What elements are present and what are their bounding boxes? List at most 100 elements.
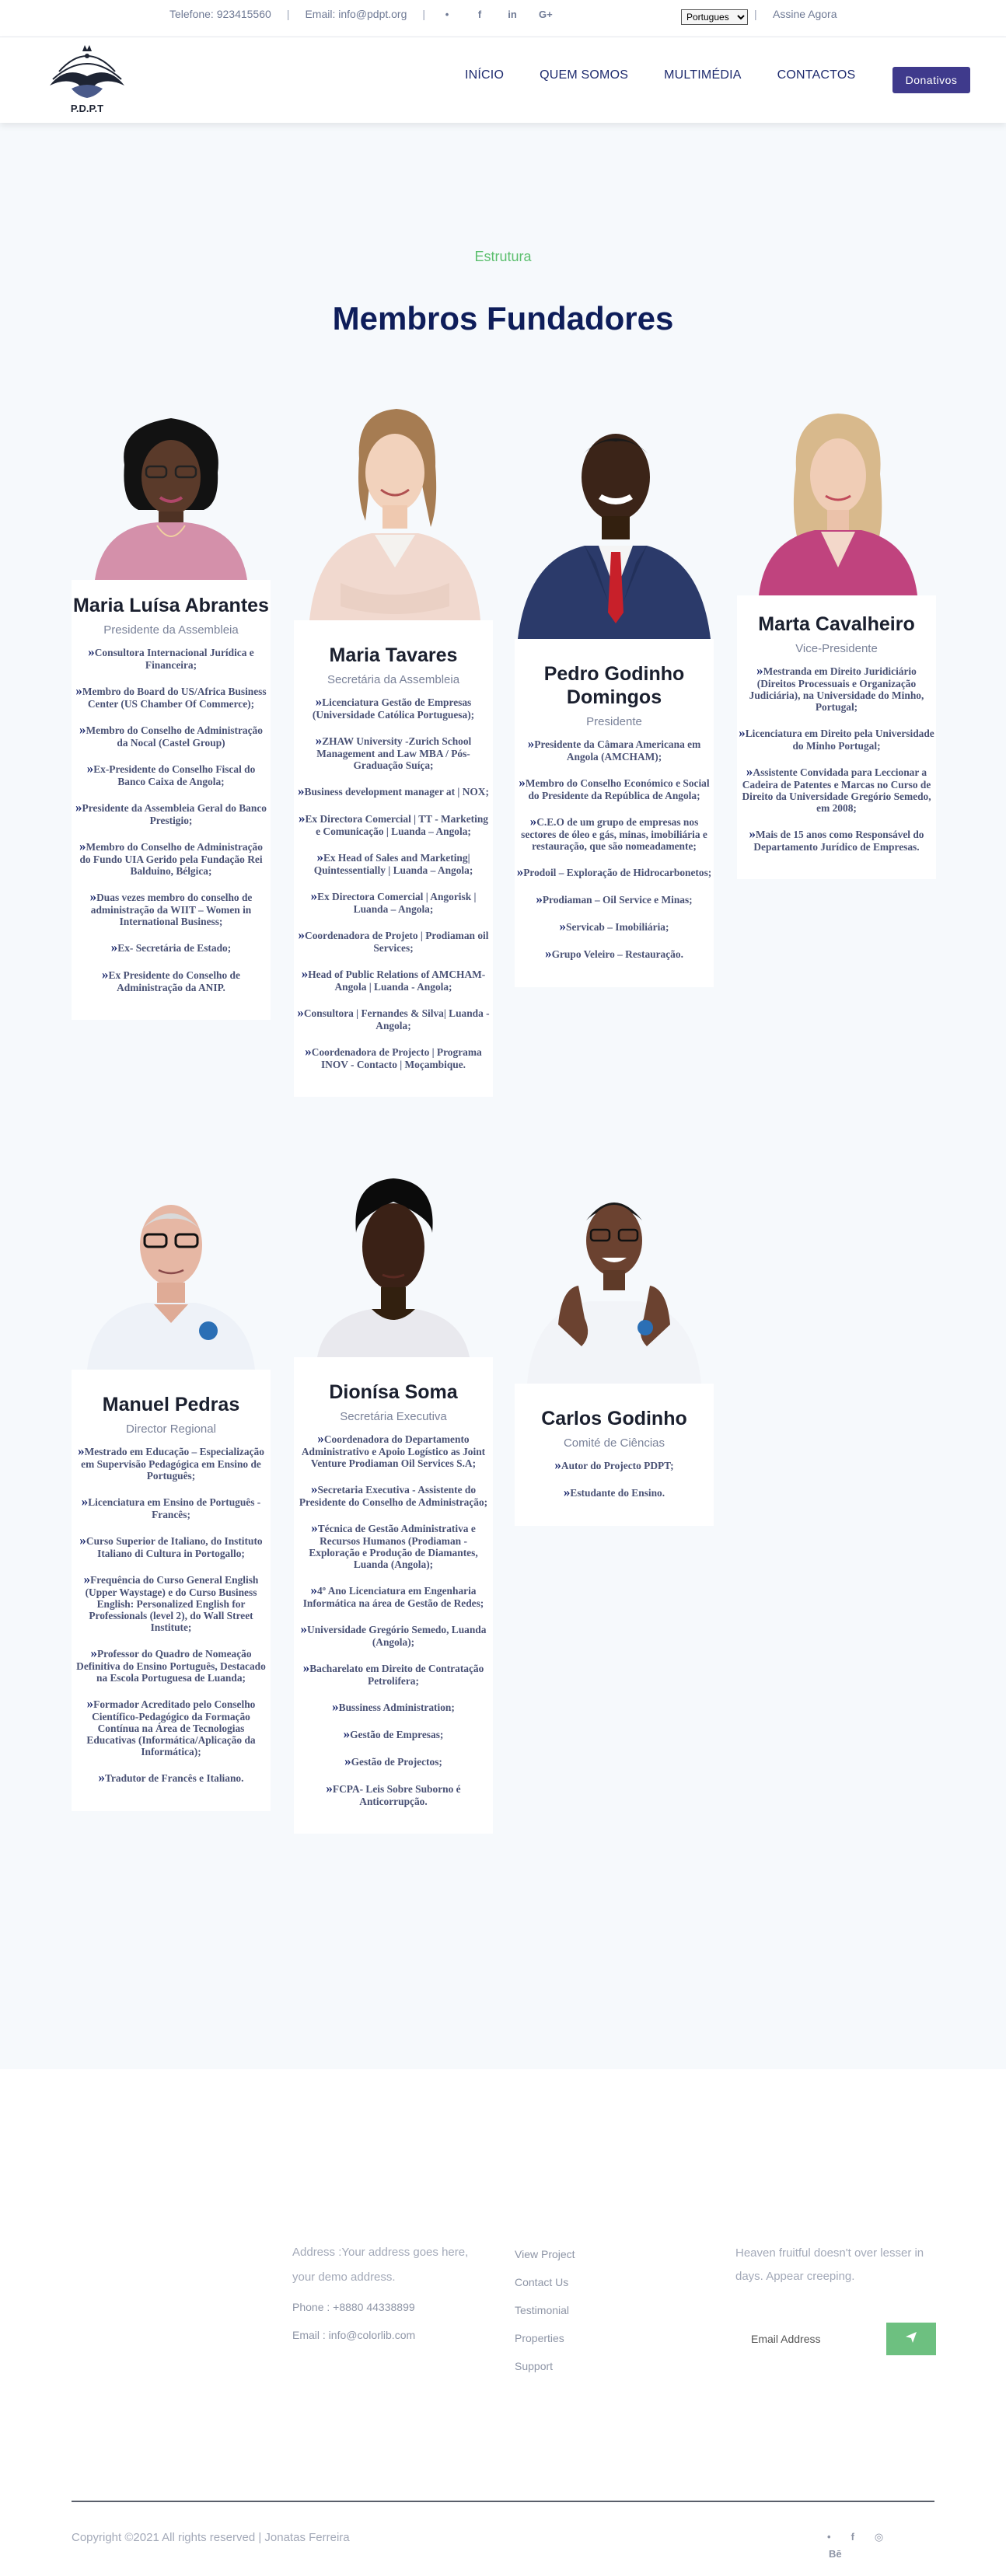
- member-photo: [294, 396, 493, 620]
- member-photo: [72, 410, 271, 580]
- credential-item: Consultora Internacional Jurídica e Fina…: [73, 644, 269, 671]
- donate-button[interactable]: Donativos: [892, 67, 970, 93]
- credential-item: Prodoil – Exploração de Hidrocarbonetos;: [516, 864, 712, 879]
- credential-item: Licenciatura em Ensino de Português - Fr…: [73, 1494, 269, 1520]
- member-name: Maria Tavares: [329, 644, 458, 666]
- credential-item: Grupo Veleiro – Restauração.: [516, 946, 712, 961]
- credential-item: Ex- Secretária de Estado;: [73, 940, 269, 955]
- phone-text: Telefone: 923415560: [169, 8, 271, 20]
- credential-item: Bacharelato em Direito de Contratação Pe…: [295, 1660, 491, 1687]
- credential-item: Estudante do Ensino.: [516, 1485, 712, 1499]
- credential-item: Consultora | Fernandes & Silva| Luanda -…: [295, 1005, 491, 1031]
- footer-link-properties[interactable]: Properties: [515, 2324, 575, 2352]
- subscribe-link[interactable]: Assine Agora: [773, 8, 837, 20]
- member-photo: [72, 1178, 271, 1370]
- credential-item: Presidente da Câmara Americana em Angola…: [516, 736, 712, 763]
- contact-info: Telefone: 923415560 | Email: info@pdpt.o…: [169, 8, 553, 20]
- site-footer: Address :Your address goes here, your de…: [0, 2069, 1006, 2576]
- main-nav: INÍCIO QUEM SOMOS MULTIMÉDIA CONTACTOS: [465, 68, 891, 82]
- nav-contactos[interactable]: CONTACTOS: [777, 68, 856, 82]
- credential-item: Membro do Conselho de Administração do F…: [73, 839, 269, 877]
- member-details: Pedro Godinho Domingos Presidente Presid…: [515, 639, 714, 988]
- nav-inicio[interactable]: INÍCIO: [465, 68, 504, 82]
- credential-item: Ex Directora Comercial | TT - Marketing …: [295, 811, 491, 837]
- member-details: Maria Luísa Abrantes Presidente da Assem…: [72, 580, 271, 1021]
- nav-multimedia[interactable]: MULTIMÉDIA: [664, 68, 741, 82]
- logo-text: P.D.P.T: [71, 103, 103, 114]
- credential-item: Coordenadora do Departamento Administrat…: [295, 1431, 491, 1469]
- behance-icon[interactable]: Bē: [829, 2548, 842, 2560]
- footer-address: Address :Your address goes here, your de…: [292, 2240, 479, 2290]
- member-photo: [294, 1171, 493, 1357]
- credential-item: Business development manager at | NOX;: [295, 784, 491, 798]
- member-card: Maria Tavares Secretária da Assembleia L…: [294, 396, 493, 1098]
- credential-item: Head of Public Relations of AMCHAM- Ango…: [295, 966, 491, 993]
- member-name: Marta Cavalheiro: [758, 613, 915, 635]
- member-card: Maria Luísa Abrantes Presidente da Assem…: [72, 410, 271, 1021]
- dribbble-icon[interactable]: ◎: [875, 2531, 883, 2543]
- member-card: Pedro Godinho Domingos Presidente Presid…: [515, 407, 714, 988]
- credential-item: Tradutor de Francês e Italiano.: [73, 1770, 269, 1785]
- credential-item: Técnica de Gestão Administrativa e Recur…: [295, 1520, 491, 1570]
- footer-link-contact-us[interactable]: Contact Us: [515, 2268, 575, 2296]
- footer-phone: Phone : +8880 44338899: [292, 2301, 415, 2313]
- twitter-icon[interactable]: •: [827, 2531, 831, 2543]
- footer-divider: [72, 2501, 934, 2502]
- credential-item: Ex-Presidente do Conselho Fiscal do Banc…: [73, 761, 269, 787]
- language-select[interactable]: Portugues: [681, 9, 748, 25]
- member-name: Pedro Godinho Domingos: [543, 663, 685, 708]
- member-credentials: Consultora Internacional Jurídica e Fina…: [73, 644, 269, 993]
- footer-link-support[interactable]: Support: [515, 2352, 575, 2380]
- site-logo[interactable]: P.D.P.T: [42, 42, 132, 118]
- member-credentials: Coordenadora do Departamento Administrat…: [295, 1431, 491, 1807]
- member-details: Manuel Pedras Director Regional Mestrado…: [72, 1370, 271, 1812]
- footer-links: View Project Contact Us Testimonial Prop…: [515, 2240, 575, 2380]
- member-role: Secretária da Assembleia: [327, 673, 460, 686]
- footer-email: Email : info@colorlib.com: [292, 2329, 416, 2341]
- nav-quem-somos[interactable]: QUEM SOMOS: [540, 68, 628, 82]
- member-card: Dionísa Soma Secretária Executiva Coorde…: [294, 1171, 493, 1834]
- twitter-icon[interactable]: •: [441, 9, 453, 20]
- member-credentials: Autor do Projecto PDPT; Estudante do Ens…: [516, 1457, 712, 1499]
- google-plus-icon[interactable]: G+: [539, 9, 553, 20]
- credential-item: Assistente Convidada para Leccionar a Ca…: [739, 764, 934, 814]
- linkedin-icon[interactable]: in: [506, 9, 519, 20]
- credential-item: Duas vezes membro do conselho de adminis…: [73, 889, 269, 927]
- credential-item: Licenciatura em Direito pela Universidad…: [739, 725, 934, 752]
- credential-item: Presidente da Assembleia Geral do Banco …: [73, 800, 269, 826]
- credential-item: Membro do Conselho Económico e Social do…: [516, 775, 712, 801]
- member-card: Carlos Godinho Comité de Ciências Autor …: [515, 1172, 714, 1527]
- member-role: Director Regional: [126, 1422, 216, 1436]
- member-role: Comité de Ciências: [563, 1436, 665, 1450]
- member-credentials: Mestrado em Educação – Especialização em…: [73, 1443, 269, 1785]
- member-details: Maria Tavares Secretária da Assembleia L…: [294, 620, 493, 1098]
- credential-item: C.E.O de um grupo de empresas nos sector…: [516, 814, 712, 852]
- credential-item: 4º Ano Licenciatura em Engenharia Inform…: [295, 1583, 491, 1609]
- member-card: Marta Cavalheiro Vice-Presidente Mestran…: [737, 404, 936, 880]
- footer-link-testimonial[interactable]: Testimonial: [515, 2296, 575, 2324]
- footer-link-view-project[interactable]: View Project: [515, 2240, 575, 2268]
- credential-item: Professor do Quadro de Nomeação Definiti…: [73, 1646, 269, 1684]
- credential-item: Universidade Gregório Semedo, Luanda (An…: [295, 1621, 491, 1648]
- member-details: Carlos Godinho Comité de Ciências Autor …: [515, 1384, 714, 1527]
- facebook-icon[interactable]: f: [473, 9, 486, 20]
- credential-item: FCPA- Leis Sobre Suborno é Anticorrupção…: [295, 1781, 491, 1807]
- credential-item: Formador Acreditado pelo Conselho Cientí…: [73, 1696, 269, 1757]
- top-bar: Telefone: 923415560 | Email: info@pdpt.o…: [0, 0, 1006, 37]
- credential-item: Mestranda em Direito Juridiciário (Direi…: [739, 663, 934, 713]
- member-name: Maria Luísa Abrantes: [73, 595, 269, 616]
- credential-item: Licenciatura Gestão de Empresas (Univers…: [295, 694, 491, 721]
- credential-item: Servicab – Imobiliária;: [516, 919, 712, 934]
- facebook-icon[interactable]: f: [851, 2531, 854, 2543]
- credential-item: ZHAW University -Zurich School Managemen…: [295, 733, 491, 771]
- newsletter-submit-button[interactable]: [886, 2323, 936, 2355]
- member-role: Vice-Presidente: [795, 642, 878, 655]
- member-details: Dionísa Soma Secretária Executiva Coorde…: [294, 1357, 493, 1834]
- member-card: Manuel Pedras Director Regional Mestrado…: [72, 1178, 271, 1812]
- credential-item: Coordenadora de Projecto | Programa INOV…: [295, 1044, 491, 1070]
- newsletter-email-input[interactable]: [735, 2323, 886, 2355]
- credential-item: Gestão de Projectos;: [295, 1754, 491, 1768]
- member-credentials: Licenciatura Gestão de Empresas (Univers…: [295, 694, 491, 1070]
- credential-item: Gestão de Empresas;: [295, 1726, 491, 1741]
- member-name: Carlos Godinho: [541, 1408, 687, 1429]
